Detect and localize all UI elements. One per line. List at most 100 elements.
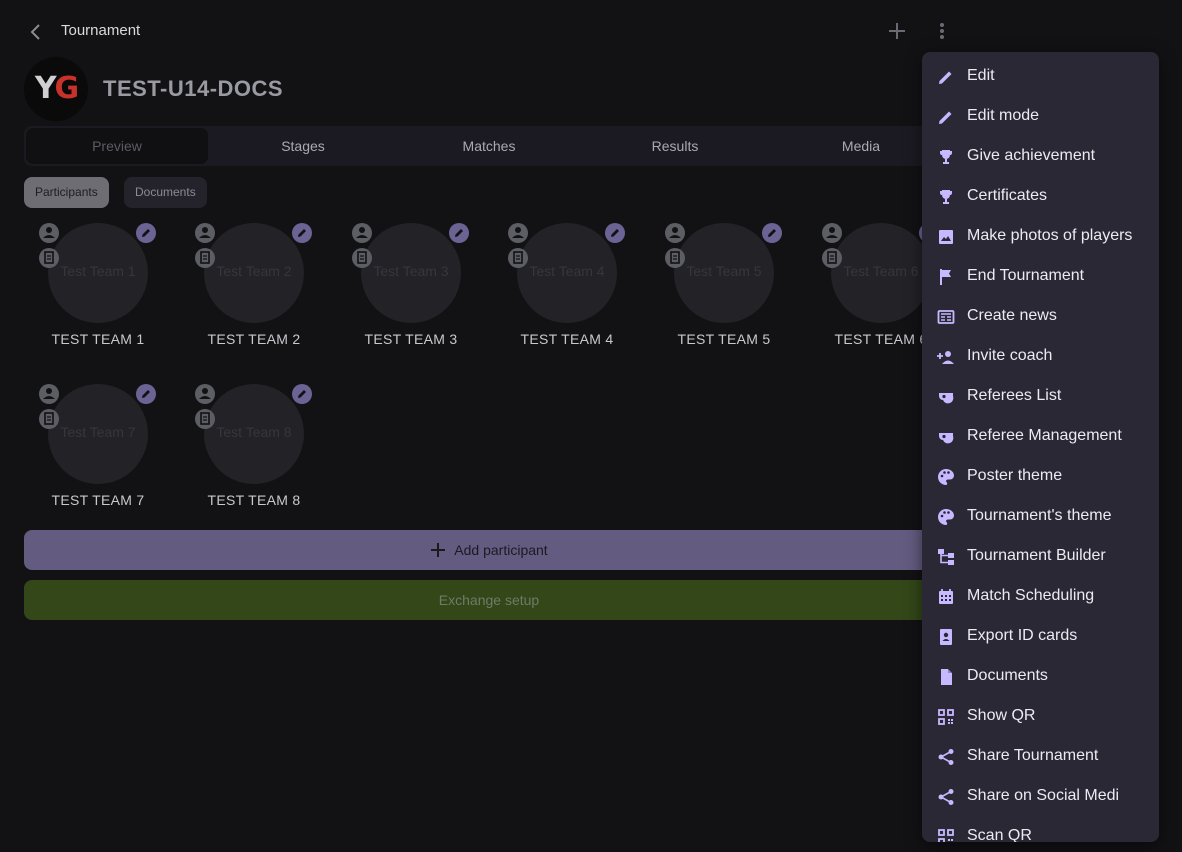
team-card[interactable]: Test Team 5 TEST TEAM 5 [650,215,806,347]
players-icon[interactable] [822,223,842,243]
add-button[interactable] [884,18,910,44]
whistle-icon [936,387,956,407]
menu-item-edit-mode[interactable]: Edit mode [922,97,1159,137]
menu-item-referees-list[interactable]: Referees List [922,377,1159,417]
qr-icon [936,707,956,727]
team-avatar-label: Test Team 3 [373,263,449,279]
edit-team-icon[interactable] [762,223,782,243]
menu-item-label: Match Scheduling [967,587,1095,604]
menu-item-label: Invite coach [967,347,1053,364]
document-icon[interactable] [39,409,59,429]
tab-stages[interactable]: Stages [210,126,396,166]
edit-team-icon[interactable] [449,223,469,243]
edit-team-icon[interactable] [605,223,625,243]
edit-team-icon[interactable] [292,223,312,243]
team-card[interactable]: Test Team 7 TEST TEAM 7 [24,376,180,508]
tab-preview[interactable]: Preview [26,128,208,164]
menu-item-poster-theme[interactable]: Poster theme [922,457,1159,497]
palette-icon [936,467,956,487]
news-icon [936,307,956,327]
menu-item-invite-coach[interactable]: Invite coach [922,337,1159,377]
menu-item-label: Referees List [967,387,1062,404]
document-icon[interactable] [39,248,59,268]
menu-item-end-tournament[interactable]: End Tournament [922,257,1159,297]
menu-item-certificates[interactable]: Certificates [922,177,1159,217]
menu-item-give-achievement[interactable]: Give achievement [922,137,1159,177]
menu-item-show-qr[interactable]: Show QR [922,697,1159,737]
person-add-icon [936,347,956,367]
menu-item-tournament-builder[interactable]: Tournament Builder [922,537,1159,577]
team-name: TEST TEAM 3 [364,331,458,347]
players-icon[interactable] [39,223,59,243]
players-icon[interactable] [195,384,215,404]
add-participant-button[interactable]: Add participant [24,530,954,570]
team-card[interactable]: Test Team 3 TEST TEAM 3 [337,215,493,347]
document-icon[interactable] [508,248,528,268]
exchange-setup-button[interactable]: Exchange setup [24,580,954,620]
menu-item-edit[interactable]: Edit [922,57,1159,97]
image-icon [936,227,956,247]
team-avatar: Test Team 7 [48,384,148,484]
menu-item-match-scheduling[interactable]: Match Scheduling [922,577,1159,617]
edit-team-icon[interactable] [136,223,156,243]
team-avatar: Test Team 6 [831,223,931,323]
menu-item-share-tournament[interactable]: Share Tournament [922,737,1159,777]
menu-item-create-news[interactable]: Create news [922,297,1159,337]
more-menu-button[interactable] [930,18,954,44]
menu-item-label: Share on Social Medi [967,787,1120,804]
tab-results[interactable]: Results [582,126,768,166]
team-avatar-label: Test Team 5 [686,263,762,279]
back-button[interactable] [24,20,48,44]
menu-item-label: Make photos of players [967,227,1133,244]
team-avatar-label: Test Team 8 [216,424,292,440]
players-icon[interactable] [352,223,372,243]
menu-item-scan-qr[interactable]: Scan QR [922,817,1159,842]
menu-item-label: Referee Management [967,427,1122,444]
menu-item-label: Tournament's theme [967,507,1112,524]
document-icon[interactable] [352,248,372,268]
team-avatar-label: Test Team 2 [216,263,292,279]
chip-participants[interactable]: Participants [24,177,109,208]
team-avatar: Test Team 1 [48,223,148,323]
page-title: Tournament [61,22,141,39]
document-icon[interactable] [195,248,215,268]
menu-item-label: Poster theme [967,467,1063,484]
menu-item-documents[interactable]: Documents [922,657,1159,697]
add-participant-label: Add participant [454,542,548,558]
team-card[interactable]: Test Team 1 TEST TEAM 1 [24,215,180,347]
document-icon[interactable] [665,248,685,268]
menu-item-label: Share Tournament [967,747,1099,764]
menu-item-make-photos-of-players[interactable]: Make photos of players [922,217,1159,257]
team-name: TEST TEAM 5 [677,331,771,347]
tree-icon [936,547,956,567]
team-avatar: Test Team 8 [204,384,304,484]
menu-item-label: Tournament Builder [967,547,1106,564]
document-icon[interactable] [822,248,842,268]
edit-team-icon[interactable] [136,384,156,404]
players-icon[interactable] [195,223,215,243]
palette-icon [936,507,956,527]
edit-team-icon[interactable] [292,384,312,404]
chip-documents[interactable]: Documents [124,177,207,208]
team-card[interactable]: Test Team 4 TEST TEAM 4 [493,215,649,347]
document-icon[interactable] [195,409,215,429]
menu-item-tournament-s-theme[interactable]: Tournament's theme [922,497,1159,537]
team-name: TEST TEAM 7 [51,492,145,508]
menu-item-label: End Tournament [967,267,1085,284]
trophy-icon [936,187,956,207]
menu-item-referee-management[interactable]: Referee Management [922,417,1159,457]
menu-item-label: Edit [967,67,995,84]
players-icon[interactable] [39,384,59,404]
menu-item-export-id-cards[interactable]: Export ID cards [922,617,1159,657]
tab-bar: Preview Stages Matches Results Media [24,126,954,166]
team-card[interactable]: Test Team 2 TEST TEAM 2 [180,215,336,347]
menu-item-share-on-social-medi[interactable]: Share on Social Medi [922,777,1159,817]
team-name: TEST TEAM 8 [207,492,301,508]
players-icon[interactable] [665,223,685,243]
tab-matches[interactable]: Matches [396,126,582,166]
players-icon[interactable] [508,223,528,243]
menu-item-label: Documents [967,667,1048,684]
team-card[interactable]: Test Team 8 TEST TEAM 8 [180,376,336,508]
team-name: TEST TEAM 2 [207,331,301,347]
more-vert-icon [940,23,944,39]
